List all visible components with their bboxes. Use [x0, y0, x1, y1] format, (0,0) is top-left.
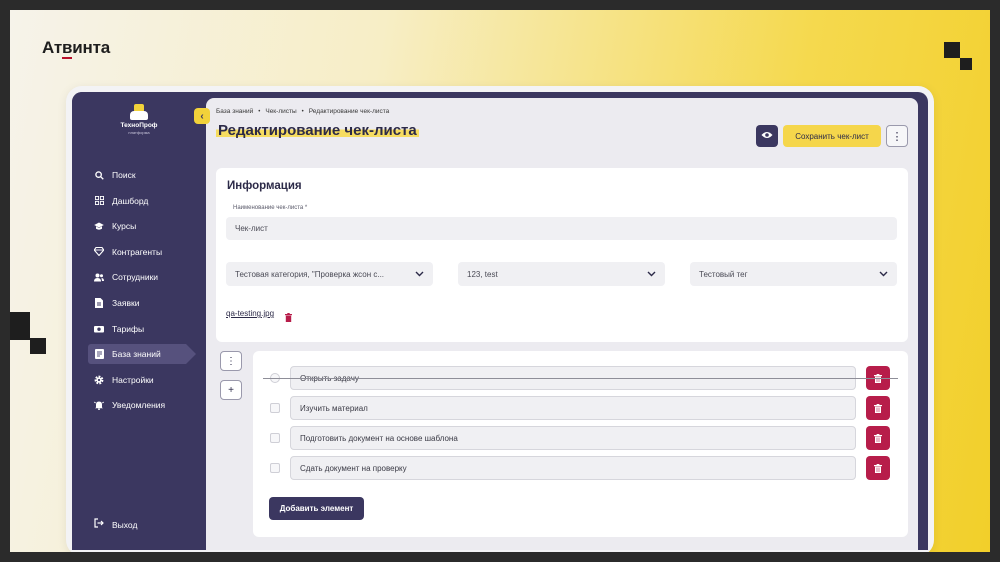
graduation-cap-icon: [94, 221, 104, 231]
category-select[interactable]: Тестовая категория, "Проверка жсон с...: [226, 262, 433, 286]
add-section-button[interactable]: +: [220, 380, 242, 400]
sidebar-item-knowledge-base[interactable]: База знаний: [88, 344, 196, 365]
app-logo[interactable]: ТехноПроф платформа: [72, 104, 206, 135]
breadcrumb: База знаний • Чек-листы • Редактирование…: [216, 108, 389, 115]
money-icon: [94, 324, 104, 334]
checklist-row[interactable]: Сдать документ на проверку: [253, 456, 908, 480]
logout-icon: [94, 518, 104, 531]
sidebar-item-label: Заявки: [112, 297, 140, 308]
sidebar-nav: Поиск Дашборд Курсы Контрагенты Сотрудни…: [88, 165, 206, 421]
sidebar-item-search[interactable]: Поиск: [88, 165, 206, 185]
checklist-name-input[interactable]: Чек-лист: [226, 217, 897, 240]
gear-icon: [94, 375, 104, 385]
sidebar-item-label: Сотрудники: [112, 272, 159, 283]
sidebar-item-settings[interactable]: Настройки: [88, 370, 206, 390]
checklist-card: Открыть задачу Изучить материал Подготов…: [253, 351, 908, 537]
add-element-button[interactable]: Добавить элемент: [269, 497, 364, 520]
trash-icon[interactable]: [285, 309, 292, 322]
app-window: ТехноПроф платформа Поиск Дашборд Курсы: [66, 86, 934, 552]
chevron-down-icon: [879, 269, 888, 279]
list-options-button[interactable]: ⋮: [220, 351, 242, 371]
breadcrumb-item[interactable]: Чек-листы: [265, 108, 296, 115]
book-icon: [94, 349, 104, 360]
checklist-item-input[interactable]: Сдать документ на проверку: [290, 456, 856, 480]
delete-item-button[interactable]: [866, 426, 890, 450]
breadcrumb-separator: •: [301, 108, 304, 115]
trash-icon: [874, 403, 882, 413]
delete-item-button[interactable]: [866, 396, 890, 420]
sidebar-item-dashboard[interactable]: Дашборд: [88, 191, 206, 211]
breadcrumb-separator: •: [258, 108, 261, 115]
checklist-row[interactable]: Открыть задачу: [253, 366, 908, 390]
group-select[interactable]: 123, test: [458, 262, 665, 286]
logo-title: ТехноПроф: [120, 122, 158, 129]
trash-icon: [874, 463, 882, 473]
more-vertical-icon: ⋮: [891, 130, 903, 143]
group-select-value: 123, test: [467, 269, 498, 279]
decor-square: [10, 312, 30, 340]
chevron-down-icon: [647, 269, 656, 279]
search-icon: [94, 170, 104, 180]
decor-square: [960, 58, 972, 70]
item-checkbox[interactable]: [270, 403, 280, 413]
bell-icon: [94, 400, 104, 411]
brand-logo: Атвинта: [42, 38, 110, 59]
sidebar-item-label: Настройки: [112, 374, 154, 385]
dashboard-icon: [94, 196, 104, 206]
logout-label: Выход: [112, 519, 138, 530]
eye-icon: [761, 130, 773, 142]
category-select-value: Тестовая категория, "Проверка жсон с...: [235, 269, 385, 279]
document-icon: [94, 297, 104, 308]
sidebar-item-label: Уведомления: [112, 400, 166, 411]
item-checkbox[interactable]: [270, 463, 280, 473]
users-icon: [94, 272, 104, 282]
decor-square: [30, 338, 46, 354]
logo-subtitle: платформа: [128, 130, 150, 135]
logout-button[interactable]: Выход: [94, 518, 137, 531]
sidebar-item-label: База знаний: [112, 349, 161, 360]
sidebar-item-courses[interactable]: Курсы: [88, 216, 206, 236]
checklist-name-label: Наименование чек-листа *: [233, 205, 308, 211]
breadcrumb-item-current: Редактирование чек-листа: [308, 108, 390, 115]
chevron-left-icon: ‹: [200, 110, 204, 122]
sidebar-item-contractors[interactable]: Контрагенты: [88, 242, 206, 262]
sidebar-collapse-button[interactable]: ‹: [194, 108, 210, 124]
sidebar-item-requests[interactable]: Заявки: [88, 293, 206, 313]
sidebar: ТехноПроф платформа Поиск Дашборд Курсы: [72, 92, 206, 550]
attached-file-link[interactable]: qa-testing.jpg: [226, 309, 274, 318]
page-title: Редактирование чек-листа: [216, 122, 419, 139]
drag-indicator-line: [263, 378, 898, 379]
plus-icon: +: [228, 384, 234, 396]
presentation-slide: Атвинта ТехноПроф платформа Поиск Дашбор…: [10, 10, 990, 552]
item-checkbox[interactable]: [270, 433, 280, 443]
section-title: Информация: [227, 180, 302, 192]
info-card: Информация Наименование чек-листа * Чек-…: [216, 168, 908, 342]
checklist-item-input[interactable]: Подготовить документ на основе шаблона: [290, 426, 856, 450]
preview-button[interactable]: [756, 125, 778, 147]
delete-item-button[interactable]: [866, 456, 890, 480]
sidebar-item-label: Курсы: [112, 221, 137, 232]
tag-select-value: Тестовый тег: [699, 269, 748, 279]
checklist-row[interactable]: Изучить материал: [253, 396, 908, 420]
sidebar-item-label: Поиск: [112, 170, 136, 180]
chevron-down-icon: [415, 269, 424, 279]
sidebar-item-label: Контрагенты: [112, 246, 163, 257]
more-vertical-icon: ⋮: [226, 355, 236, 367]
sidebar-item-label: Тарифы: [112, 323, 145, 334]
sidebar-item-notifications[interactable]: Уведомления: [88, 395, 206, 415]
more-options-button[interactable]: ⋮: [886, 125, 908, 147]
logo-icon: [128, 104, 150, 120]
tag-select[interactable]: Тестовый тег: [690, 262, 897, 286]
sidebar-item-tariffs[interactable]: Тарифы: [88, 319, 206, 339]
diamond-icon: [94, 247, 104, 257]
sidebar-item-label: Дашборд: [112, 195, 149, 206]
checklist-item-input[interactable]: Изучить материал: [290, 396, 856, 420]
trash-icon: [874, 433, 882, 443]
decor-square: [944, 42, 960, 58]
save-checklist-button[interactable]: Сохранить чек-лист: [783, 125, 881, 147]
main-content: База знаний • Чек-листы • Редактирование…: [206, 98, 918, 550]
checklist-row[interactable]: Подготовить документ на основе шаблона: [253, 426, 908, 450]
sidebar-item-employees[interactable]: Сотрудники: [88, 267, 206, 287]
breadcrumb-item[interactable]: База знаний: [216, 108, 253, 115]
